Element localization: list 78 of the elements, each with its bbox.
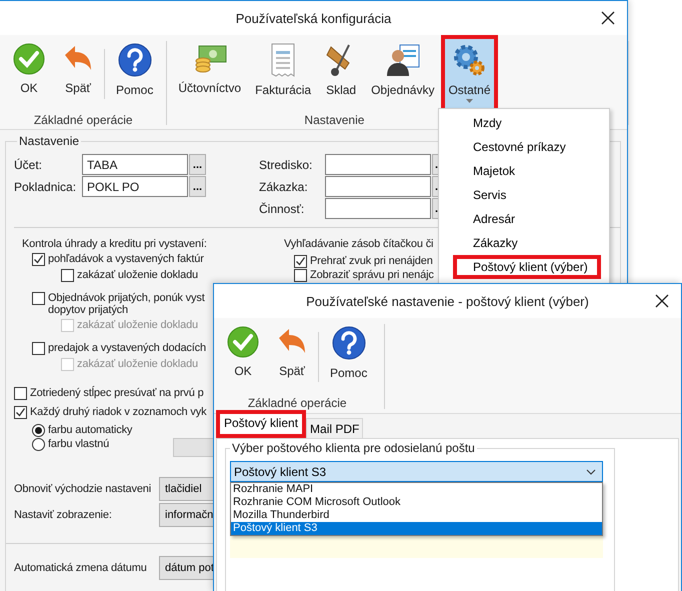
group-title: Výber poštového klienta pre odosielanú poštu bbox=[231, 441, 476, 455]
toolbar-button[interactable]: Späť bbox=[268, 318, 316, 394]
list-option[interactable]: Mozilla Thunderbird bbox=[231, 509, 602, 522]
checkbox[interactable] bbox=[294, 269, 307, 282]
tab[interactable]: Poštový klient bbox=[216, 410, 306, 438]
action-button[interactable]: dátum pot bbox=[159, 556, 215, 580]
list-option[interactable]: Rozhranie MAPI bbox=[231, 483, 602, 496]
checkbox-label: Každý druhý riadok v zoznamoch vyk bbox=[30, 406, 206, 418]
client-dropdown[interactable]: Poštový klient S3 bbox=[230, 461, 603, 482]
close-button[interactable] bbox=[599, 9, 617, 27]
list-option[interactable]: Rozhranie COM Microsoft Outlook bbox=[231, 496, 602, 509]
radio-button[interactable] bbox=[32, 424, 45, 437]
toolbar-button[interactable]: Späť bbox=[54, 35, 102, 111]
toolbar-button[interactable]: OK bbox=[4, 35, 54, 111]
toolbar-button[interactable]: Sklad bbox=[318, 35, 364, 111]
action-label: Automatická zmena dátumu bbox=[14, 562, 148, 574]
group-label: Nastavenie bbox=[304, 113, 364, 127]
browse-button[interactable]: ... bbox=[189, 176, 206, 197]
checkbox-label: predajok a vystavených dodacích bbox=[48, 342, 206, 354]
field-label: Účet: bbox=[14, 158, 44, 172]
list-option[interactable]: Poštový klient S3 bbox=[231, 522, 602, 535]
radio-button[interactable] bbox=[32, 438, 45, 451]
checkbox[interactable] bbox=[32, 342, 45, 355]
action-label: Obnoviť východzie nastaveni bbox=[14, 483, 152, 495]
gears-icon bbox=[452, 43, 486, 77]
input-field[interactable] bbox=[325, 154, 431, 175]
checkbox-label: zakázať uloženie dokladu bbox=[77, 319, 198, 331]
help-icon bbox=[118, 43, 152, 77]
field-label: Činnosť: bbox=[259, 202, 306, 216]
action-label: Nastaviť zobrazenie: bbox=[14, 509, 113, 521]
checkbox[interactable] bbox=[32, 253, 45, 266]
input-field[interactable] bbox=[325, 176, 431, 197]
checkbox-label: Zotriedený stĺpec presúvať na prvú p bbox=[30, 387, 204, 399]
toolbar-button[interactable]: OK bbox=[218, 318, 268, 394]
checkbox[interactable] bbox=[294, 255, 307, 268]
field-label: Stredisko: bbox=[259, 158, 314, 172]
group-label: Základné operácie bbox=[34, 113, 133, 127]
radio-label: farbu automaticky bbox=[48, 424, 132, 436]
field-label: Zákazka: bbox=[259, 180, 309, 194]
radio-label: farbu vlastnú bbox=[48, 438, 110, 450]
browse-button[interactable]: ... bbox=[189, 154, 206, 175]
checkbox-label: zakázať uloženie dokladu bbox=[77, 358, 198, 370]
checkbox[interactable] bbox=[32, 292, 45, 305]
toolbar-button[interactable]: Pomoc bbox=[107, 35, 162, 111]
toolbar-button[interactable]: Účtovníctvo bbox=[171, 35, 248, 111]
toolbar-button[interactable]: Objednávky bbox=[364, 35, 442, 111]
checkbox-label: Prehrať zvuk pri nenájden bbox=[310, 255, 433, 267]
window-title: Používateľská konfigurácia bbox=[236, 10, 392, 26]
close-button[interactable] bbox=[653, 292, 671, 310]
person-card-icon bbox=[386, 43, 420, 77]
input-field[interactable]: TABA bbox=[82, 154, 188, 175]
checkbox[interactable] bbox=[14, 406, 27, 419]
menu-item[interactable]: Poštový klient (výber) bbox=[453, 255, 601, 279]
toolbar-button[interactable]: Pomoc bbox=[321, 318, 376, 394]
check-icon bbox=[227, 326, 259, 358]
section-label: Kontrola úhrady a kreditu pri vystavení: bbox=[22, 238, 208, 250]
chevron-down-icon bbox=[586, 468, 596, 474]
window-title: Používateľské nastavenie - poštový klient (výber) bbox=[306, 294, 589, 308]
group-label: Základné operácie bbox=[248, 396, 347, 410]
toolbar-button[interactable]: Fakturácia bbox=[248, 35, 318, 111]
input-field[interactable] bbox=[325, 198, 431, 219]
checkbox-label: zakázať uloženie dokladu bbox=[77, 269, 198, 281]
checkbox-label: Zobraziť správu pri nenájc bbox=[310, 269, 434, 281]
group-title: Nastavenie bbox=[18, 134, 80, 148]
checkbox-label: pohľadávok a vystavených faktúr bbox=[48, 253, 204, 265]
money-icon bbox=[192, 43, 227, 75]
checkbox[interactable] bbox=[61, 269, 74, 282]
help-icon bbox=[332, 326, 366, 360]
input-field[interactable]: POKL PO bbox=[82, 176, 188, 197]
action-button[interactable]: tlačidiel bbox=[159, 477, 215, 501]
action-button[interactable]: informačn bbox=[159, 503, 215, 527]
caret-icon bbox=[466, 99, 473, 103]
checkbox[interactable] bbox=[14, 387, 27, 400]
field-label: Pokladnica: bbox=[14, 180, 78, 194]
tab[interactable]: Mail PDF bbox=[306, 418, 364, 438]
checkbox-label: Objednávok prijatých, ponúk vyst dopytov prijatých bbox=[48, 292, 205, 316]
document-icon bbox=[269, 43, 298, 77]
check-icon bbox=[13, 43, 45, 75]
